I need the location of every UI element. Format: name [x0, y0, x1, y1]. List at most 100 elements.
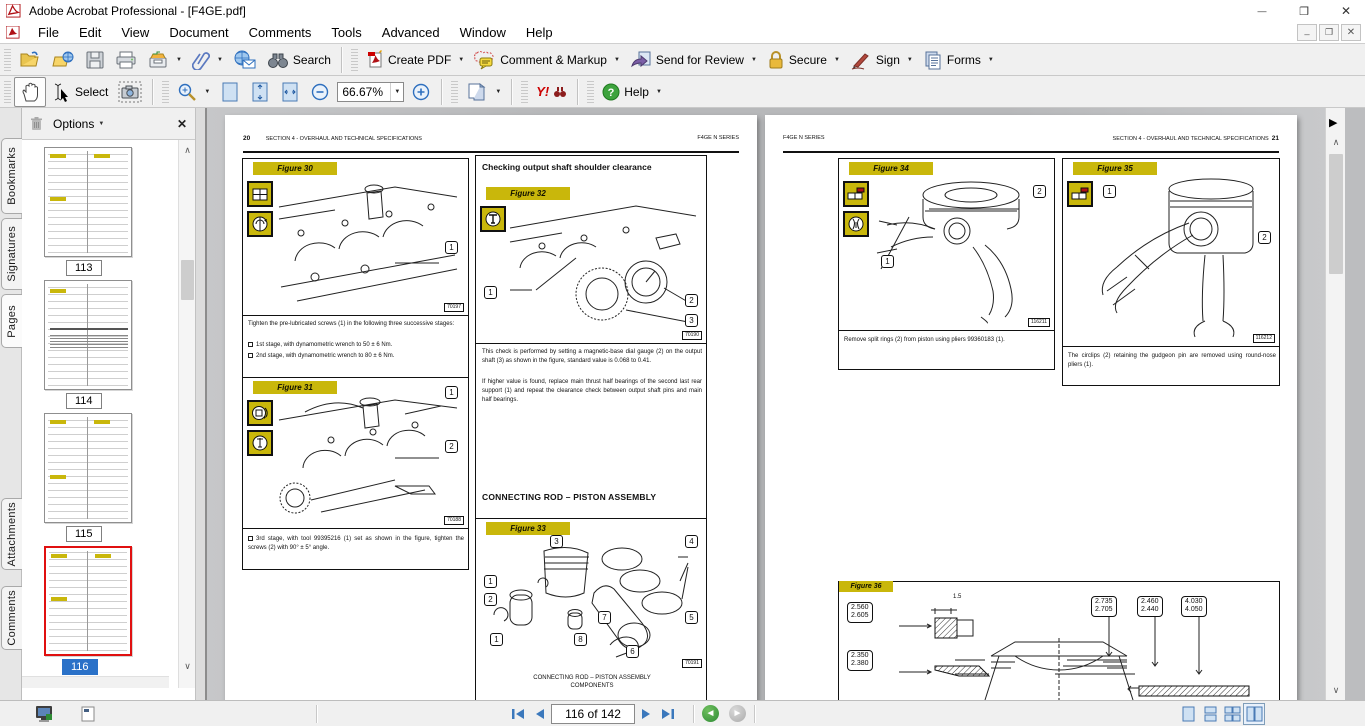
panel-scrollbar[interactable] — [178, 140, 195, 688]
scroll-down-icon[interactable] — [179, 658, 196, 674]
tab-attachments[interactable]: Attachments — [1, 498, 22, 570]
zoom-out-button[interactable] — [305, 78, 335, 106]
figure35-callout-1: 1 — [1103, 185, 1116, 198]
last-page-button[interactable] — [657, 704, 679, 724]
figure30-code: 70197 — [444, 303, 464, 312]
doc-restore-icon[interactable] — [1319, 24, 1339, 41]
doc-scroll-up-icon[interactable] — [1326, 134, 1345, 150]
figure33-callout-1: 1 — [484, 575, 497, 588]
pdf-page-20[interactable]: 20 SECTION 4 - OVERHAUL AND TECHNICAL SP… — [225, 115, 757, 700]
thumbnail-label-114[interactable]: 114 — [66, 393, 102, 409]
continuous-layout-button[interactable] — [1199, 703, 1221, 725]
pdf-page-21[interactable]: F4GE N SERIES SECTION 4 - OVERHAUL AND T… — [765, 115, 1297, 700]
options-menu-button[interactable]: Options — [53, 117, 104, 131]
page-thumbnail-114[interactable] — [44, 280, 132, 390]
toolbar-grip[interactable] — [4, 49, 11, 71]
zoom-level-combobox[interactable] — [337, 82, 404, 102]
menu-window[interactable]: Window — [450, 22, 516, 44]
sign-button[interactable]: Sign — [845, 46, 918, 74]
tab-pages[interactable]: Pages — [1, 294, 22, 348]
window-restore-icon[interactable] — [1297, 4, 1311, 18]
menu-help[interactable]: Help — [516, 22, 563, 44]
doc-minimize-icon[interactable] — [1297, 24, 1317, 41]
pane-toggle-icon[interactable] — [1329, 116, 1337, 129]
open-button[interactable] — [14, 46, 46, 74]
zoom-tool-button[interactable] — [172, 78, 215, 106]
actual-size-button[interactable] — [215, 77, 245, 107]
thumbnail-label-115[interactable]: 115 — [66, 526, 102, 542]
toolbar-grip[interactable] — [451, 81, 458, 103]
first-page-button[interactable] — [507, 704, 529, 724]
thumbnail-label-116[interactable]: 116 — [62, 659, 98, 675]
page-indicator-input[interactable] — [552, 707, 634, 721]
zoom-dropdown-icon[interactable] — [390, 83, 403, 101]
secure-button[interactable]: Secure — [762, 46, 845, 74]
single-page-layout-button[interactable] — [1177, 703, 1199, 725]
snapshot-tool-button[interactable] — [113, 77, 147, 107]
page-indicator-box[interactable] — [551, 704, 635, 724]
doc-scroll-down-icon[interactable] — [1326, 682, 1345, 698]
file-toolbar: Search Create PDF Comment & Markup Send … — [0, 44, 1365, 76]
fit-width-button[interactable] — [275, 77, 305, 107]
toolbar-grip[interactable] — [587, 81, 594, 103]
toolbar-grip[interactable] — [351, 49, 358, 71]
panel-splitter[interactable] — [196, 108, 207, 700]
statusbar-page-icon[interactable] — [80, 705, 96, 723]
page-thumbnail-116-selected[interactable] — [44, 546, 132, 656]
toolbars-toggle-icon[interactable] — [34, 705, 54, 723]
thumbnail-label-113[interactable]: 113 — [66, 260, 102, 276]
trash-icon[interactable] — [30, 116, 43, 131]
continuous-facing-layout-button[interactable] — [1221, 703, 1243, 725]
page-thumbnail-115[interactable] — [44, 413, 132, 523]
scrollbar-thumb[interactable] — [181, 260, 194, 300]
doc-close-icon[interactable] — [1341, 24, 1361, 41]
checkbox-icon — [248, 342, 253, 347]
attach-button[interactable] — [187, 46, 228, 74]
forms-button[interactable]: Forms — [918, 46, 999, 74]
menu-edit[interactable]: Edit — [69, 22, 111, 44]
create-pdf-button[interactable]: Create PDF — [361, 46, 469, 74]
open-web-button[interactable] — [46, 46, 80, 74]
send-for-review-button[interactable]: Send for Review — [625, 46, 762, 74]
menu-comments[interactable]: Comments — [239, 22, 322, 44]
panel-close-icon[interactable] — [177, 117, 187, 131]
comment-markup-button[interactable]: Comment & Markup — [469, 46, 625, 74]
search-button[interactable]: Search — [262, 46, 336, 74]
print-button[interactable] — [110, 46, 142, 74]
document-scrollbar[interactable] — [1325, 108, 1345, 700]
zoom-in-button[interactable] — [406, 78, 436, 106]
fit-page-button[interactable] — [245, 77, 275, 107]
figure32-callout-2: 2 — [685, 294, 698, 307]
panel-horizontal-scrollbar[interactable] — [22, 676, 169, 688]
hand-tool-button[interactable] — [14, 77, 46, 107]
page-display-button[interactable] — [461, 77, 506, 107]
previous-view-button[interactable]: ◄ — [702, 705, 719, 722]
menu-document[interactable]: Document — [159, 22, 238, 44]
save-button[interactable] — [80, 46, 110, 74]
zoom-level-input[interactable] — [338, 85, 390, 99]
menu-view[interactable]: View — [111, 22, 159, 44]
doc-scrollbar-thumb[interactable] — [1329, 154, 1343, 274]
yahoo-search-button[interactable]: Y! — [531, 80, 572, 103]
menu-advanced[interactable]: Advanced — [372, 22, 450, 44]
tab-signatures[interactable]: Signatures — [1, 218, 22, 290]
menu-tools[interactable]: Tools — [321, 22, 371, 44]
select-tool-button[interactable]: Select — [46, 78, 113, 106]
menu-file[interactable]: File — [28, 22, 69, 44]
scroll-up-icon[interactable] — [179, 142, 196, 158]
help-button[interactable]: ? Help — [597, 79, 667, 105]
next-page-button[interactable] — [635, 704, 657, 724]
organizer-button[interactable] — [142, 46, 187, 74]
next-view-button[interactable]: ► — [729, 705, 746, 722]
facing-layout-button[interactable] — [1243, 703, 1265, 725]
toolbar-grip[interactable] — [162, 81, 169, 103]
tab-comments[interactable]: Comments — [1, 586, 22, 650]
previous-page-button[interactable] — [529, 704, 551, 724]
tab-bookmarks[interactable]: Bookmarks — [1, 138, 22, 214]
window-minimize-icon[interactable] — [1255, 4, 1269, 18]
window-close-icon[interactable] — [1339, 4, 1353, 18]
toolbar-grip[interactable] — [521, 81, 528, 103]
email-button[interactable] — [228, 46, 262, 74]
toolbar-grip[interactable] — [4, 81, 11, 103]
page-thumbnail-113[interactable] — [44, 147, 132, 257]
